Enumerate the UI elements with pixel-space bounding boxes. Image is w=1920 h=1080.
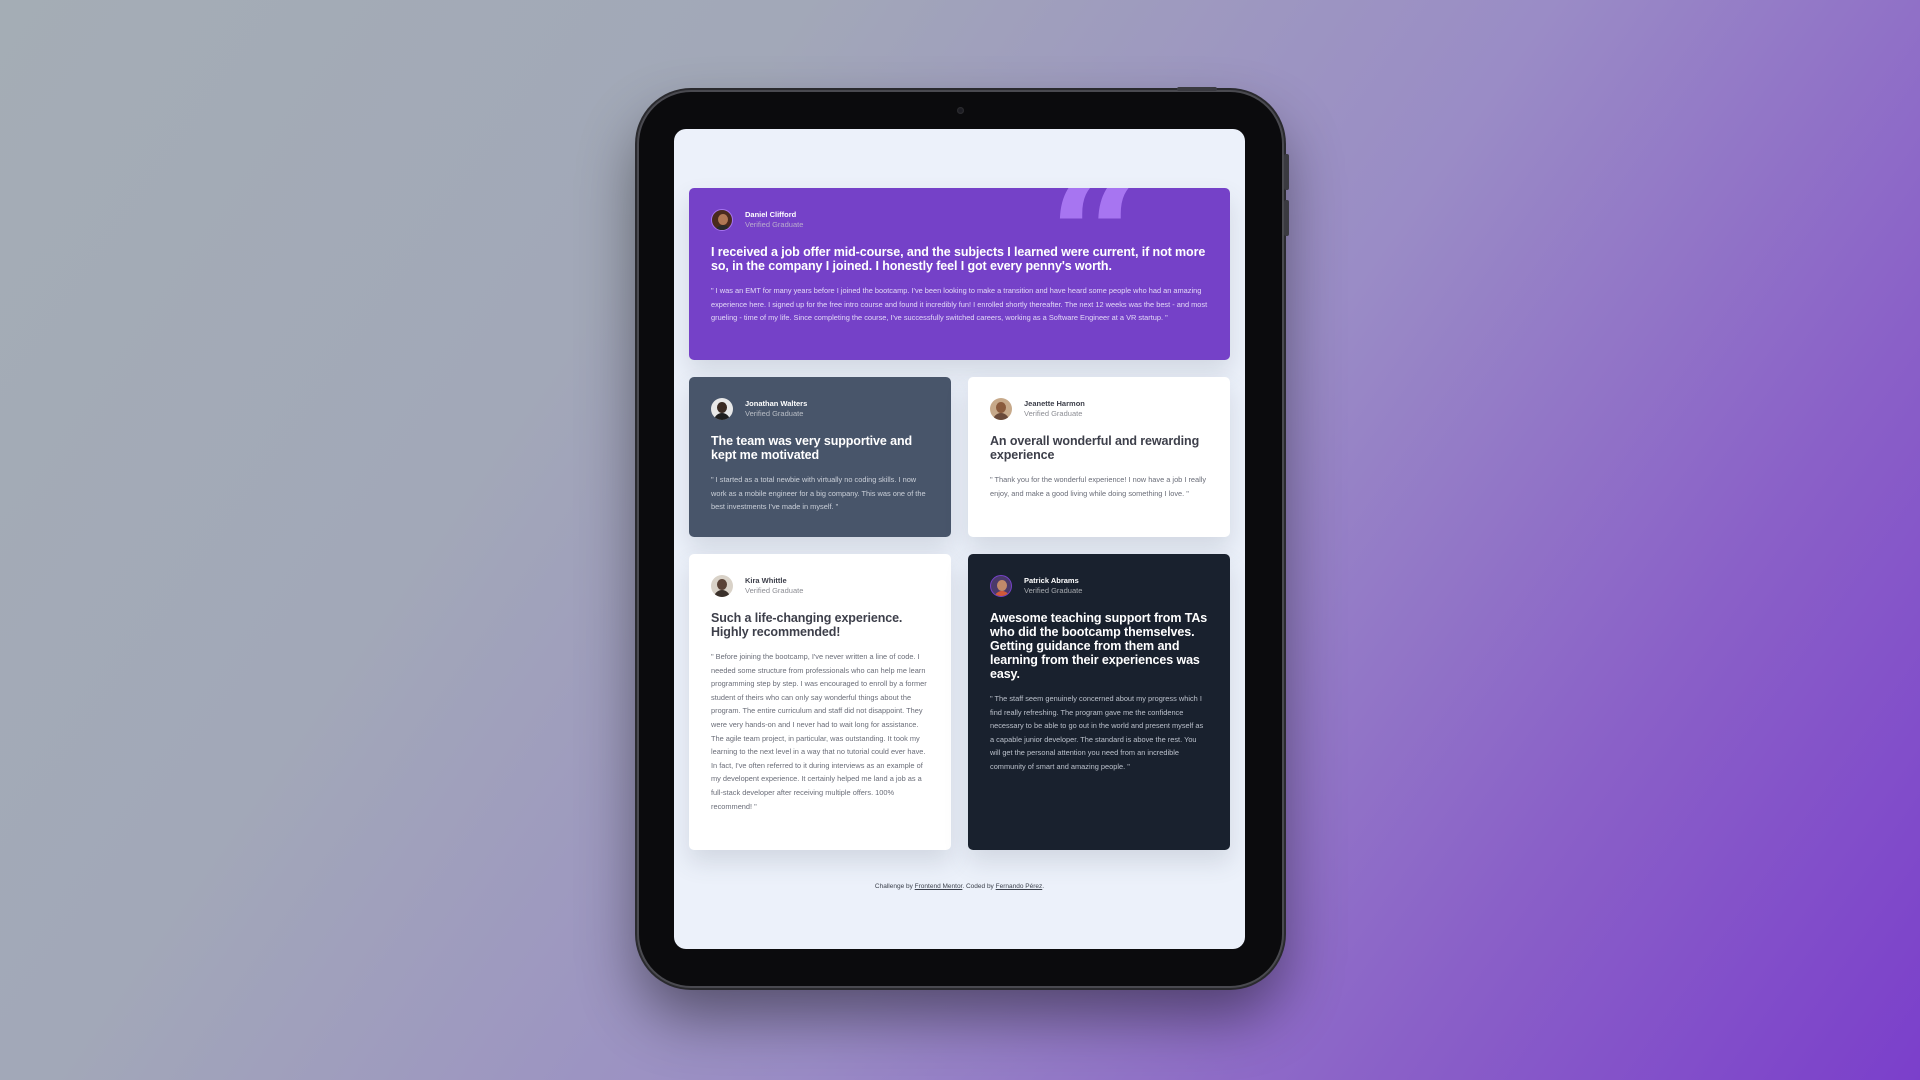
attribution-prefix: Challenge by (874, 883, 915, 890)
testimonial-headline: Such a life-changing experience. Highly … (711, 611, 903, 639)
testimonial-card-jeanette: Jeanette Harmon Verified Graduate An ove… (968, 377, 1230, 537)
testimonial-headline: Awesome teaching support from TAs who di… (990, 611, 1208, 681)
tablet-top-button (1177, 87, 1217, 91)
avatar (711, 209, 733, 231)
card-header: Jeanette Harmon Verified Graduate (990, 397, 1208, 421)
author-role: Verified Graduate (1024, 586, 1083, 595)
author-name: Jeanette Harmon (1024, 399, 1085, 408)
tablet-screen: “ Daniel Clifford Verified Graduate I re… (674, 129, 1245, 949)
tablet-volume-up-button (1284, 154, 1289, 190)
avatar (711, 398, 733, 420)
testimonial-card-daniel: “ Daniel Clifford Verified Graduate I re… (689, 188, 1230, 360)
attribution-middle: . Coded by (962, 883, 996, 890)
avatar (990, 398, 1012, 420)
avatar (990, 575, 1012, 597)
tablet-frame: “ Daniel Clifford Verified Graduate I re… (639, 87, 1289, 986)
testimonial-quote: " Before joining the bootcamp, I've neve… (711, 652, 927, 811)
author-role: Verified Graduate (1024, 409, 1083, 418)
testimonial-quote: " The staff seem genuinely concerned abo… (990, 694, 1204, 771)
card-header: Jonathan Walters Verified Graduate (711, 397, 929, 421)
author-name: Kira Whittle (745, 576, 787, 585)
card-header: Kira Whittle Verified Graduate (711, 574, 929, 598)
author-link[interactable]: Fernando Pérez (996, 883, 1043, 890)
attribution-suffix: . (1042, 883, 1045, 890)
author-name: Jonathan Walters (745, 399, 808, 408)
author-role: Verified Graduate (745, 409, 804, 418)
author-role: Verified Graduate (745, 220, 804, 229)
frontend-mentor-link[interactable]: Frontend Mentor (915, 883, 963, 890)
avatar (711, 575, 733, 597)
card-header: Patrick Abrams Verified Graduate (990, 574, 1208, 598)
testimonial-quote: " I started as a total newbie with virtu… (711, 475, 926, 512)
testimonial-headline: The team was very supportive and kept me… (711, 434, 913, 462)
camera-icon (957, 107, 964, 114)
testimonial-card-kira: Kira Whittle Verified Graduate Such a li… (689, 554, 951, 850)
testimonial-quote: " Thank you for the wonderful experience… (990, 475, 1207, 498)
testimonial-card-jonathan: Jonathan Walters Verified Graduate The t… (689, 377, 951, 537)
author-name: Patrick Abrams (1024, 576, 1079, 585)
tablet-volume-down-button (1284, 200, 1289, 236)
attribution-footer: Challenge by Frontend Mentor. Coded by F… (674, 883, 1245, 890)
author-name: Daniel Clifford (745, 210, 797, 219)
testimonial-headline: I received a job offer mid-course, and t… (711, 245, 1206, 273)
testimonial-quote: " I was an EMT for many years before I j… (711, 286, 1208, 323)
testimonial-card-patrick: Patrick Abrams Verified Graduate Awesome… (968, 554, 1230, 850)
testimonial-headline: An overall wonderful and rewarding exper… (990, 434, 1200, 462)
card-header: Daniel Clifford Verified Graduate (711, 208, 1208, 232)
author-role: Verified Graduate (745, 586, 804, 595)
